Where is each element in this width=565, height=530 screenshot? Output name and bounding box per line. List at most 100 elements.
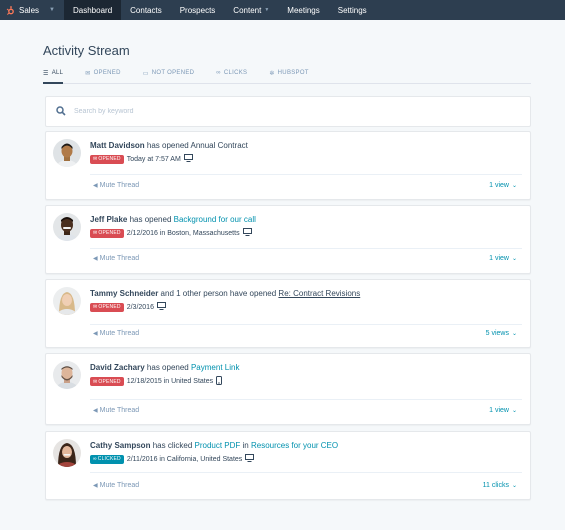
sprocket-icon: ✲	[269, 71, 275, 77]
nav-item-content[interactable]: Content ▼	[224, 0, 278, 20]
activity-meta: ✉ OPENED 2/3/2016	[90, 302, 166, 312]
chevron-down-icon: ⌄	[511, 183, 517, 189]
chevron-down-icon: ▼	[264, 7, 270, 13]
card-divider	[90, 324, 522, 325]
mute-thread-button[interactable]: ◀ Mute Thread	[93, 255, 139, 262]
activity-action: and 1 other person have opened	[158, 289, 279, 298]
envelope-icon: ✉	[85, 71, 91, 77]
mute-icon: ◀	[93, 256, 98, 262]
views-toggle[interactable]: 1 view ⌄	[489, 407, 517, 414]
tab-label: CLICKS	[223, 70, 248, 76]
avatar	[53, 439, 81, 467]
link-icon: ∞	[93, 456, 97, 462]
views-toggle[interactable]: 5 views ⌄	[486, 330, 517, 337]
nav-item-dashboard[interactable]: Dashboard	[64, 0, 122, 20]
badge-label: OPENED	[98, 378, 121, 385]
activity-target-link[interactable]: Re: Contract Revisions	[278, 289, 360, 298]
contact-name[interactable]: Jeff Plake	[90, 215, 127, 224]
tab-clicks[interactable]: ∞ CLICKS	[216, 69, 247, 84]
desktop-icon	[245, 454, 255, 464]
tab-all[interactable]: ☰ ALL	[43, 69, 64, 84]
mute-label: Mute Thread	[99, 330, 140, 337]
activity-action-secondary: in	[240, 441, 251, 450]
contact-name[interactable]: Cathy Sampson	[90, 441, 150, 450]
views-label: 1 view	[489, 182, 509, 189]
activity-headline: Tammy Schneider and 1 other person have …	[90, 289, 360, 298]
envelope-icon: ✉	[93, 304, 98, 310]
tab-opened[interactable]: ✉ OPENED	[85, 69, 120, 84]
search-icon	[56, 105, 66, 118]
nav-item-label: Meetings	[287, 5, 320, 15]
mobile-icon	[216, 376, 223, 387]
activity-time: 2/3/2016	[126, 303, 154, 311]
activity-target: Annual Contract	[190, 141, 248, 150]
mute-thread-button[interactable]: ◀ Mute Thread	[93, 407, 139, 414]
nav-item-contacts[interactable]: Contacts	[121, 0, 171, 20]
activity-target-secondary-link[interactable]: Resources for your CEO	[251, 441, 338, 450]
tab-not-opened[interactable]: ▭ NOT OPENED	[143, 69, 195, 84]
status-badge: ✉ OPENED	[90, 228, 124, 238]
activity-card: Jeff Plake has opened Background for our…	[45, 205, 531, 274]
activity-target-link[interactable]: Payment Link	[191, 363, 239, 372]
mute-icon: ◀	[93, 331, 98, 337]
activity-headline: Matt Davidson has opened Annual Contract	[90, 141, 248, 150]
envelope-icon: ✉	[93, 156, 98, 162]
clicks-toggle[interactable]: 11 clicks ⌄	[483, 482, 517, 489]
contact-name[interactable]: Matt Davidson	[90, 141, 145, 150]
views-toggle[interactable]: 1 view ⌄	[489, 255, 517, 262]
activity-headline: David Zachary has opened Payment Link	[90, 363, 239, 372]
status-badge: ✉ OPENED	[90, 302, 124, 312]
activity-card: David Zachary has opened Payment Link ✉ O…	[45, 353, 531, 425]
desktop-icon	[242, 228, 252, 238]
mute-icon: ◀	[93, 483, 98, 489]
nav-item-prospects[interactable]: Prospects	[171, 0, 225, 20]
contact-name[interactable]: Tammy Schneider	[90, 289, 158, 298]
activity-filter-tabs: ☰ ALL ✉ OPENED ▭ NOT OPENED ∞ CLICKS ✲ H…	[43, 69, 531, 84]
avatar	[53, 139, 81, 167]
views-label: 1 view	[489, 407, 509, 414]
avatar	[53, 213, 81, 241]
nav-item-label: Content	[233, 5, 262, 15]
nav-item-meetings[interactable]: Meetings	[278, 0, 328, 20]
activity-time: Today at 7:57 AM	[126, 155, 181, 163]
mute-thread-button[interactable]: ◀ Mute Thread	[93, 330, 139, 337]
mute-thread-button[interactable]: ◀ Mute Thread	[93, 482, 139, 489]
search-input[interactable]	[74, 108, 494, 115]
tab-hubspot[interactable]: ✲ HUBSPOT	[269, 69, 308, 84]
mute-label: Mute Thread	[99, 407, 140, 414]
activity-card: Matt Davidson has opened Annual Contract…	[45, 131, 531, 200]
tab-label: NOT OPENED	[151, 70, 195, 76]
chevron-down-icon: ⌄	[511, 483, 517, 489]
activity-meta: ✉ OPENED 2/12/2016 in Boston, Massachuset…	[90, 228, 252, 238]
activity-meta: ✉ OPENED Today at 7:57 AM	[90, 154, 193, 164]
page-title: Activity Stream	[43, 43, 130, 58]
brand-label: Sales	[19, 5, 40, 15]
mute-thread-button[interactable]: ◀ Mute Thread	[93, 182, 139, 189]
mute-icon: ◀	[93, 408, 98, 414]
activity-target-link[interactable]: Background for our call	[174, 215, 256, 224]
nav-item-settings[interactable]: Settings	[329, 0, 376, 20]
contact-name[interactable]: David Zachary	[90, 363, 145, 372]
activity-action: has opened	[144, 141, 191, 150]
nav-item-label: Settings	[337, 5, 367, 15]
list-icon: ☰	[43, 71, 49, 77]
views-toggle[interactable]: 1 view ⌄	[489, 182, 517, 189]
brand-menu[interactable]: Sales ▼	[0, 0, 64, 20]
activity-time: 2/12/2016 in Boston, Massachusetts	[126, 229, 240, 237]
activity-target-link[interactable]: Product PDF	[195, 441, 241, 450]
badge-label: OPENED	[98, 156, 121, 162]
views-label: 1 view	[489, 255, 509, 262]
activity-action: has clicked	[150, 441, 195, 450]
activity-time: 2/11/2016 in California, United States	[126, 455, 243, 463]
envelope-icon: ✉	[93, 378, 98, 385]
nav-item-label: Contacts	[130, 5, 162, 15]
activity-meta: ✉ OPENED 12/18/2015 in United States	[90, 376, 223, 387]
mute-label: Mute Thread	[99, 182, 140, 189]
activity-meta: ∞ CLICKED 2/11/2016 in California, United…	[90, 454, 255, 464]
tab-label: OPENED	[93, 70, 121, 76]
mute-label: Mute Thread	[99, 255, 140, 262]
badge-label: OPENED	[98, 230, 121, 236]
chevron-down-icon: ⌄	[511, 256, 517, 262]
desktop-icon	[156, 302, 166, 312]
tab-label: HUBSPOT	[277, 70, 309, 76]
